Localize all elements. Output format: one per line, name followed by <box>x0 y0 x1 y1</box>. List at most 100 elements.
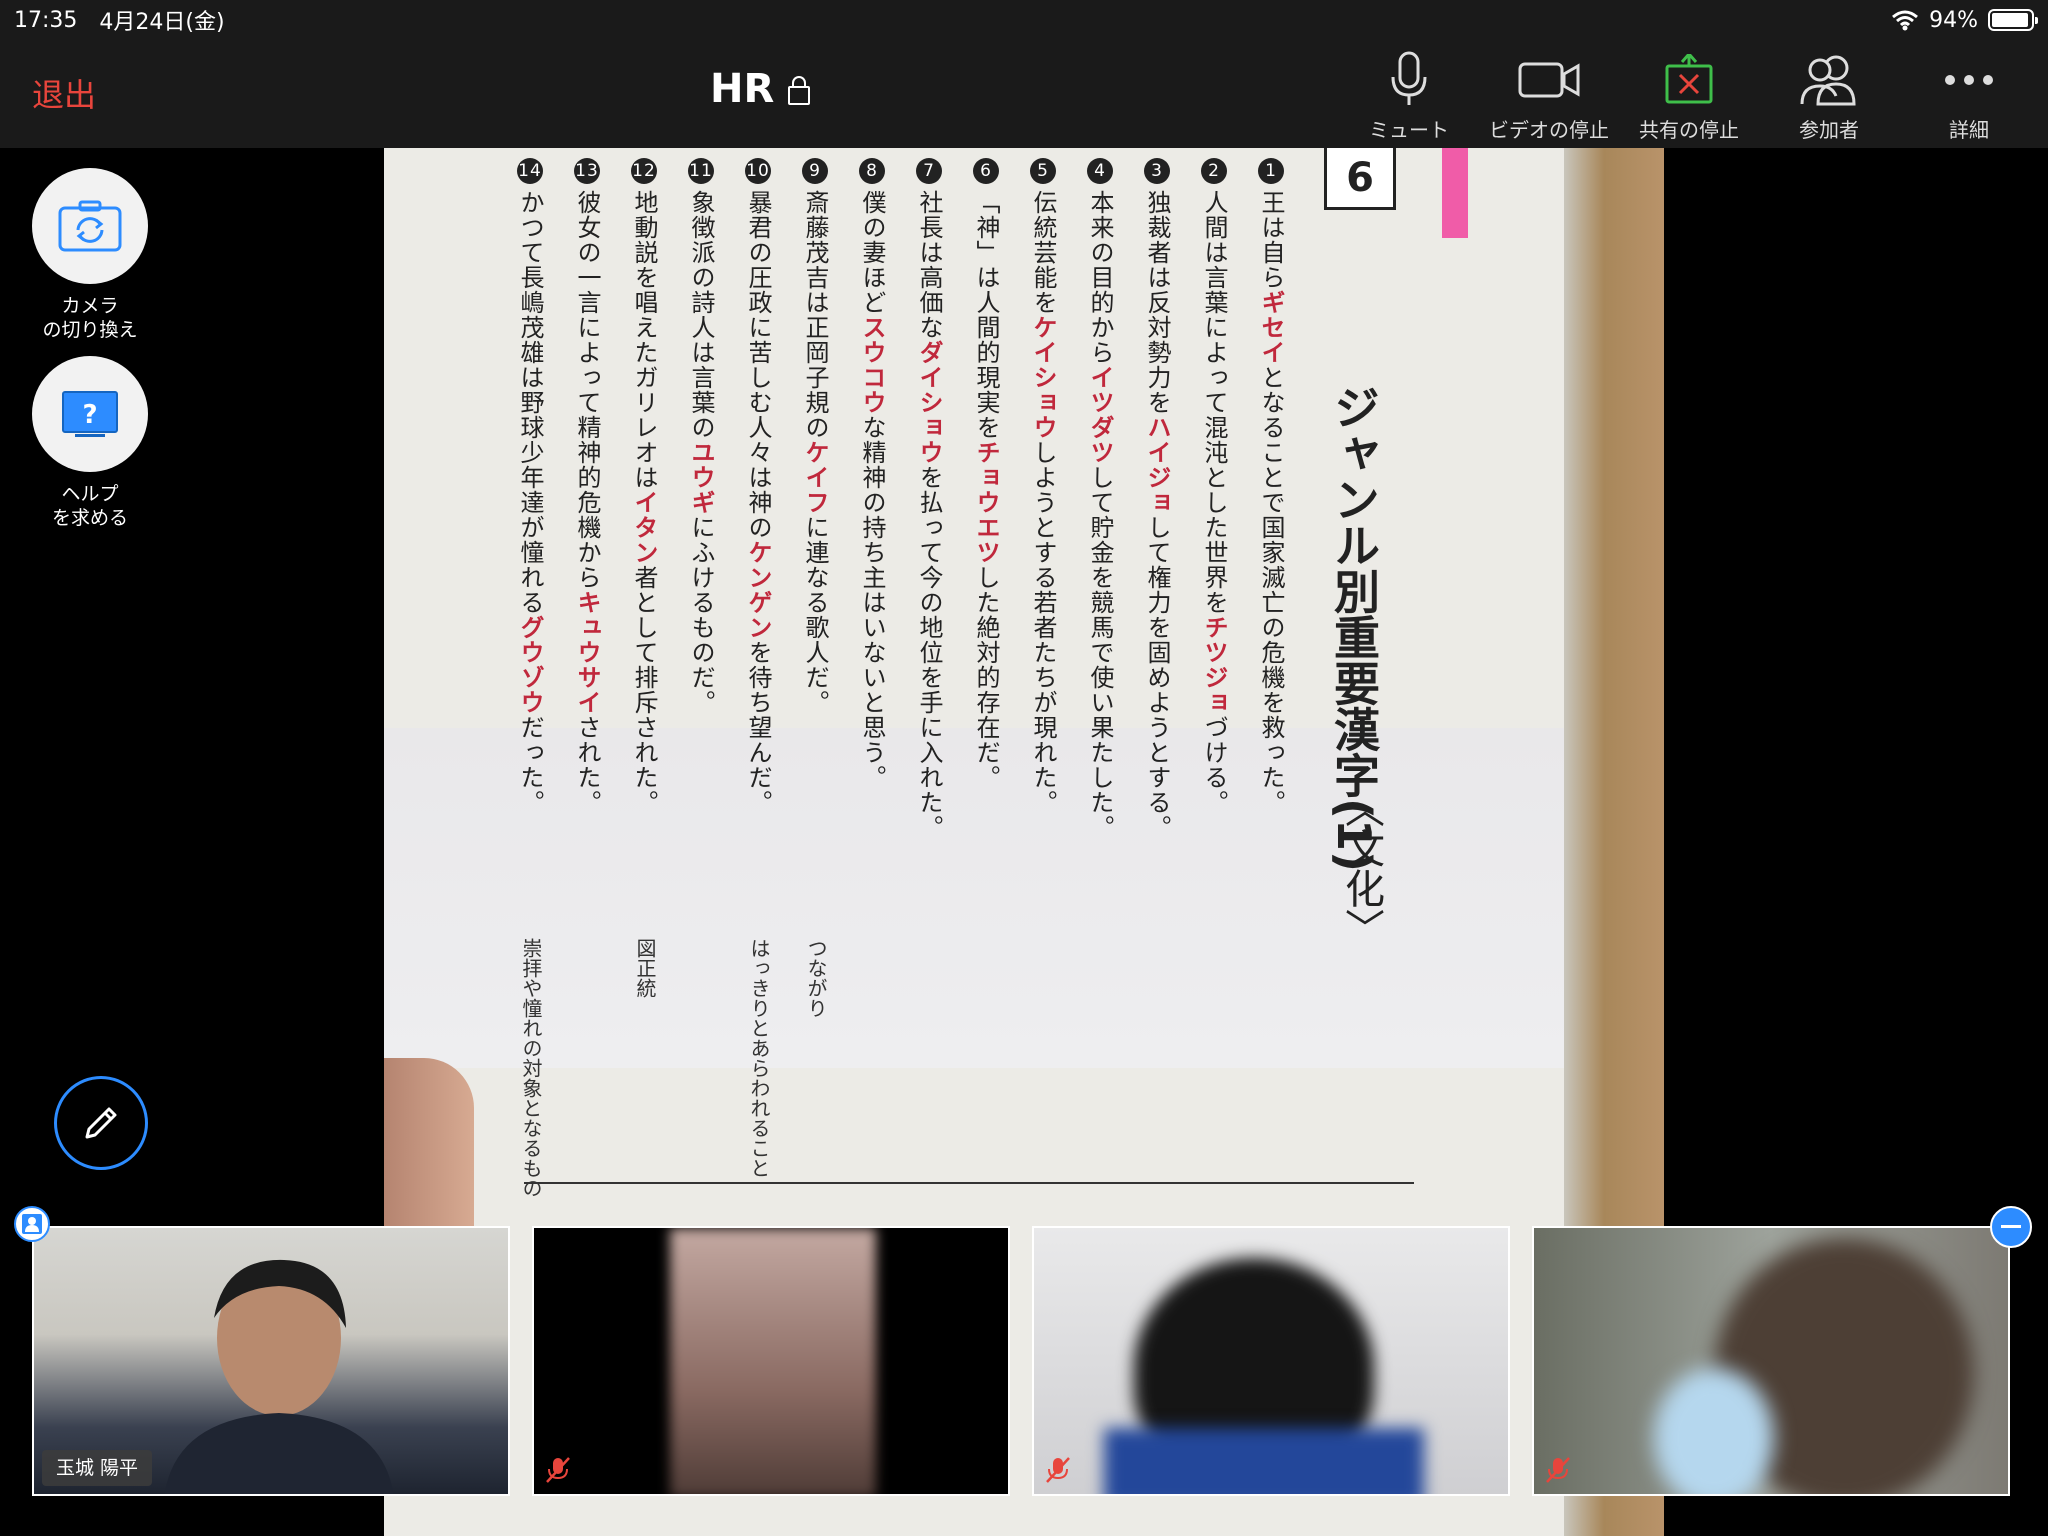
sentence-text: 王は自ら <box>1257 190 1285 290</box>
camera-switch-icon <box>32 168 148 284</box>
svg-text:?: ? <box>82 400 97 430</box>
status-right: 94% <box>1891 7 2038 33</box>
page-rule <box>524 1182 1414 1184</box>
kanji-keyword: チツジョ <box>1200 615 1229 715</box>
kanji-keyword: スウコウ <box>858 315 887 415</box>
margin-note: はっきりとあらわれること <box>747 938 771 1178</box>
camera-switch-button[interactable]: カメラ の切り換え <box>32 168 148 342</box>
sentence-text: 独裁者は反対勢力を <box>1143 190 1171 415</box>
sentence-5: 5 伝統芸能をケイショウしようとする若者たちが現れた。 <box>1028 158 1058 815</box>
stop-share-label: 共有の停止 <box>1639 118 1739 142</box>
sentence-number: 8 <box>859 158 885 184</box>
mute-label: ミュート <box>1369 118 1449 142</box>
kanji-keyword: イタン <box>630 490 659 565</box>
sentence-text: しようとする若者たちが現れた。 <box>1029 440 1057 815</box>
sentence-number: 13 <box>574 158 600 184</box>
pin-video-button[interactable] <box>14 1206 50 1242</box>
sentence-number: 6 <box>973 158 999 184</box>
sentence-text: かつて長嶋茂雄は野球少年達が憧れる <box>516 190 544 615</box>
more-button[interactable]: 詳細 <box>1894 50 2044 146</box>
sentence-text: 斎藤茂吉は正岡子規の <box>801 190 829 440</box>
pencil-icon <box>85 1107 117 1139</box>
sentence-text: して権力を固めようとする。 <box>1143 515 1171 840</box>
sentence-12: 12 地動説を唱えたガリレオはイタン者として排斥された。 <box>629 158 659 815</box>
sentence-text: 「神」は人間的現実を <box>972 190 1000 440</box>
sentence-text: に連なる歌人だ。 <box>801 515 829 715</box>
meeting-title: HR <box>710 66 811 112</box>
leave-button[interactable]: 退出 <box>32 70 96 116</box>
sentence-number: 11 <box>688 158 714 184</box>
sentence-text: された。 <box>573 715 601 815</box>
sentence-text: 彼女の一言によって精神的危機から <box>573 190 601 590</box>
sentence-number: 4 <box>1087 158 1113 184</box>
sentence-text: を待ち望んだ。 <box>744 640 772 815</box>
status-date: 4月24日(金) <box>99 10 225 35</box>
battery-icon <box>1988 9 2038 31</box>
kanji-keyword: ケイフ <box>801 440 830 515</box>
stop-video-button[interactable]: ビデオの停止 <box>1474 50 1624 146</box>
battery-fill <box>1992 13 2028 27</box>
participant-video-1[interactable]: 玉城 陽平 <box>32 1226 510 1496</box>
minimize-videos-button[interactable] <box>1990 1206 2032 1248</box>
sentence-2: 2 人間は言葉によって混沌とした世界をチツジョづける。 <box>1199 158 1229 815</box>
margin-note: 図正統 <box>633 938 657 998</box>
participants-button[interactable]: 参加者 <box>1754 50 1904 146</box>
participants-icon <box>1798 50 1860 110</box>
status-time: 17:35 <box>14 7 78 33</box>
annotate-button[interactable] <box>54 1076 148 1170</box>
participant-video-4[interactable] <box>1532 1226 2010 1496</box>
participant-video-2[interactable] <box>532 1226 1010 1496</box>
sentence-6: 6 「神」は人間的現実をチョウエツした絶対的存在だ。 <box>971 158 1001 790</box>
stop-video-label: ビデオの停止 <box>1489 118 1609 142</box>
help-button[interactable]: ? ヘルプ を求める <box>32 356 148 530</box>
sentence-number: 3 <box>1144 158 1170 184</box>
page-subheading: 〈文化〉 <box>1338 788 1384 948</box>
sentence-text: づける。 <box>1200 715 1228 815</box>
sentence-number: 1 <box>1258 158 1284 184</box>
meeting-toolbar: 退出 HR ミュート ビデオの停止 共有の停止 参加者 詳細 <box>0 40 2048 148</box>
battery-percent: 94% <box>1929 7 1978 33</box>
person-icon <box>22 1214 42 1234</box>
lock-icon[interactable] <box>788 76 811 105</box>
sentence-number: 5 <box>1030 158 1056 184</box>
sentence-14: 14 かつて長嶋茂雄は野球少年達が憧れるグウゾウだった。 <box>515 158 545 815</box>
kanji-keyword: ケンゲン <box>744 540 773 640</box>
sentence-11: 11 象徴派の詩人は言葉のユウギにふけるものだ。 <box>686 158 716 715</box>
sentence-10: 10 暴君の圧政に苦しむ人々は神のケンゲンを待ち望んだ。 <box>743 158 773 815</box>
meeting-title-text: HR <box>710 66 775 112</box>
kanji-keyword: ユウギ <box>687 440 716 515</box>
video-camera-icon <box>1518 50 1580 110</box>
kanji-keyword: キュウサイ <box>573 590 602 715</box>
kanji-keyword: ケイショウ <box>1029 315 1058 440</box>
sentence-text: 僕の妻ほど <box>858 190 886 315</box>
mic-muted-icon <box>1546 1457 1570 1483</box>
sentence-text: だった。 <box>516 715 544 815</box>
mic-muted-icon <box>546 1457 570 1483</box>
kanji-keyword: ギセイ <box>1257 290 1286 365</box>
kanji-keyword: ダイショウ <box>915 340 944 465</box>
sentence-text: 地動説を唱えたガリレオは <box>630 190 658 490</box>
pink-tab <box>1442 148 1468 238</box>
sentence-number: 14 <box>517 158 543 184</box>
kanji-keyword: イツダツ <box>1086 365 1115 465</box>
sentence-text: 象徴派の詩人は言葉の <box>687 190 715 440</box>
sentence-7: 7 社長は高価なダイショウを払って今の地位を手に入れた。 <box>914 158 944 840</box>
sentence-text: して貯金を競馬で使い果たした。 <box>1086 465 1114 840</box>
margin-note: 崇拝や憧れの対象となるもの <box>519 938 543 1198</box>
sentence-8: 8 僕の妻ほどスウコウな精神の持ち主はいないと思う。 <box>857 158 887 790</box>
sentence-text: した絶対的存在だ。 <box>972 565 1000 790</box>
sentence-text: 本来の目的から <box>1086 190 1114 365</box>
help-icon: ? <box>32 356 148 472</box>
stop-share-button[interactable]: 共有の停止 <box>1614 50 1764 146</box>
stop-share-icon <box>1664 50 1714 110</box>
kanji-keyword: グウゾウ <box>516 615 545 715</box>
mute-button[interactable]: ミュート <box>1334 50 1484 146</box>
participant-video-3[interactable] <box>1032 1226 1510 1496</box>
minus-icon <box>2001 1225 2021 1228</box>
wifi-icon <box>1892 10 1919 31</box>
sentence-13: 13 彼女の一言によって精神的危機からキュウサイされた。 <box>572 158 602 815</box>
participant-silhouette <box>164 1259 394 1494</box>
sentence-number: 2 <box>1201 158 1227 184</box>
more-label: 詳細 <box>1949 118 1989 142</box>
kanji-keyword: チョウエツ <box>972 440 1001 565</box>
